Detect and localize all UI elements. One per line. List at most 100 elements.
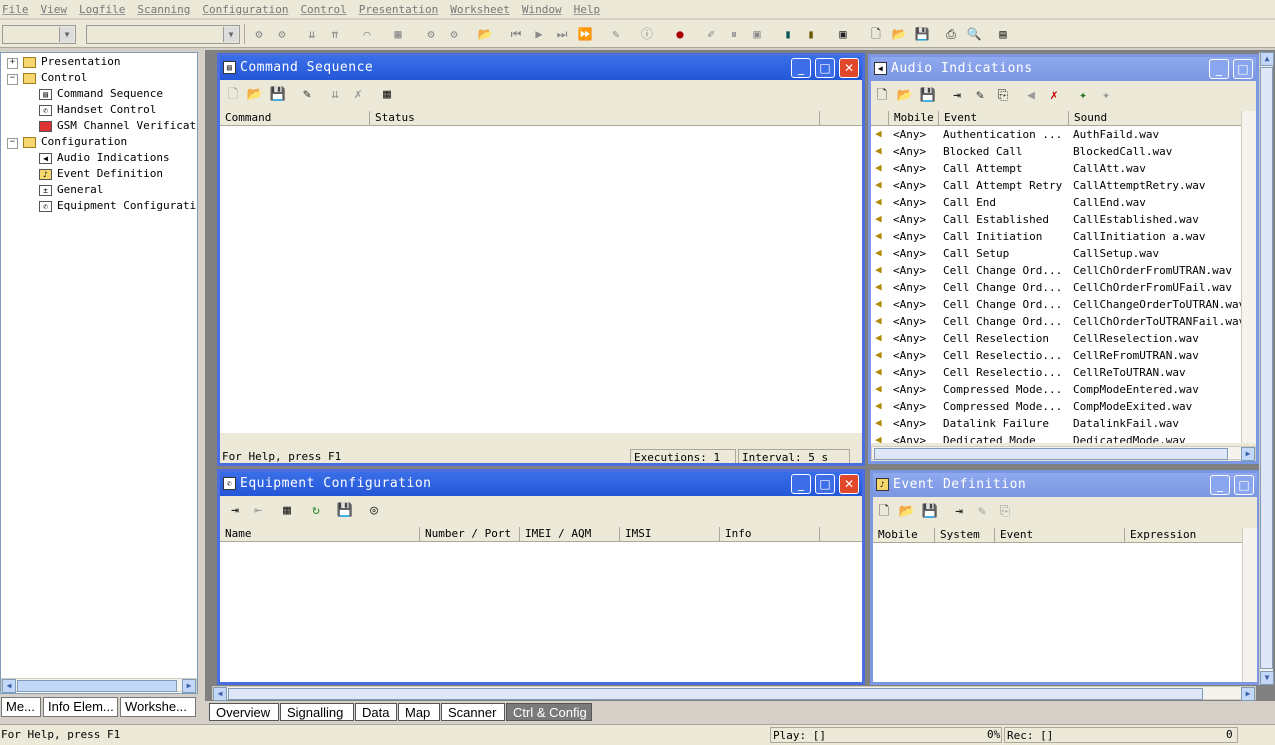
- edit-icon[interactable]: ✎: [971, 87, 989, 105]
- event-vscrollbar[interactable]: [1242, 528, 1257, 682]
- new-icon[interactable]: 🗋: [875, 503, 893, 521]
- tab-map[interactable]: Map: [398, 703, 440, 721]
- pause-icon[interactable]: ⏸: [725, 25, 743, 43]
- column-info[interactable]: Info: [720, 527, 820, 541]
- tree-item-general[interactable]: ± General: [39, 182, 103, 198]
- add-equipment-icon[interactable]: ⇥: [226, 502, 244, 520]
- scroll-right-icon[interactable]: ▶: [1241, 447, 1255, 461]
- rewind-icon[interactable]: ⏮: [507, 25, 525, 43]
- enable-all-icon[interactable]: ✦: [1074, 87, 1092, 105]
- menu-window[interactable]: Window: [522, 3, 562, 16]
- collapse-icon[interactable]: −: [7, 74, 18, 85]
- window-layout-icon[interactable]: ▤: [994, 25, 1012, 43]
- column-status[interactable]: Status: [370, 111, 820, 125]
- edit-icon[interactable]: ✎: [973, 503, 991, 521]
- mdi-hscrollbar[interactable]: ◀ ▶: [212, 686, 1256, 701]
- table-row[interactable]: ◀ <Any> Cell Change Ord... CellChOrderFromU…: [871, 279, 1251, 296]
- properties-icon[interactable]: ▦: [278, 502, 296, 520]
- scroll-left-icon[interactable]: ◀: [2, 679, 16, 693]
- info-icon[interactable]: ⓘ: [638, 25, 656, 43]
- copy-icon[interactable]: ⎘: [996, 503, 1014, 521]
- scroll-thumb[interactable]: [228, 688, 1203, 700]
- open-icon[interactable]: 📂: [896, 87, 914, 105]
- filter-icon[interactable]: ✎: [607, 25, 625, 43]
- column-imsi[interactable]: IMSI: [620, 527, 720, 541]
- play-icon[interactable]: ▶: [530, 25, 548, 43]
- speaker-icon[interactable]: ◀: [1022, 87, 1040, 105]
- minimize-button[interactable]: _: [791, 58, 811, 78]
- menu-worksheet[interactable]: Worksheet: [450, 3, 510, 16]
- properties-icon[interactable]: ▦: [389, 25, 407, 43]
- window-title[interactable]: ✆ Equipment Configuration: [220, 472, 862, 496]
- menu-configuration[interactable]: Configuration: [202, 3, 288, 16]
- print-icon[interactable]: ⎙: [942, 25, 960, 43]
- scroll-thumb[interactable]: [874, 448, 1228, 460]
- table-row[interactable]: ◀ <Any> Call Established CallEstablished.wa…: [871, 211, 1251, 228]
- monitor-icon[interactable]: ▣: [834, 25, 852, 43]
- tree-item-handset-control[interactable]: ✆ Handset Control: [39, 102, 156, 118]
- audio-list[interactable]: Mobile Event Sound ◀ <Any> Authentication …: [871, 111, 1256, 443]
- menu-scanning[interactable]: Scanning: [137, 3, 190, 16]
- column-event[interactable]: Event: [939, 111, 1069, 125]
- column-mobile[interactable]: Mobile: [873, 528, 935, 542]
- tab-scanner[interactable]: Scanner: [441, 703, 505, 721]
- tree-item-gsm-channel-verification[interactable]: GSM Channel Verification: [39, 118, 197, 134]
- column-system[interactable]: System: [935, 528, 995, 542]
- scroll-left-icon[interactable]: ◀: [213, 687, 227, 701]
- column-sound[interactable]: Sound: [1069, 111, 1256, 125]
- column-command[interactable]: Command: [220, 111, 370, 125]
- maximize-button[interactable]: □: [815, 474, 835, 494]
- delete-icon[interactable]: ✗: [349, 86, 367, 104]
- collapse-icon[interactable]: −: [7, 138, 18, 149]
- print-preview-icon[interactable]: 🔍: [965, 25, 983, 43]
- menu-logfile[interactable]: Logfile: [79, 3, 125, 16]
- scroll-right-icon[interactable]: ▶: [1241, 687, 1255, 701]
- window-title[interactable]: ♪ Event Definition: [873, 473, 1257, 497]
- mode-combo[interactable]: ▼: [86, 25, 240, 44]
- open-icon[interactable]: 📂: [898, 503, 916, 521]
- refresh-icon[interactable]: ↻: [307, 502, 325, 520]
- open-icon[interactable]: 📂: [246, 86, 264, 104]
- menu-presentation[interactable]: Presentation: [359, 3, 438, 16]
- stop-record-icon[interactable]: ▣: [748, 25, 766, 43]
- tab-ctrl-config[interactable]: Ctrl & Config: [506, 703, 592, 721]
- new-icon[interactable]: 🗋: [224, 86, 242, 104]
- audio-hscrollbar[interactable]: ▶: [871, 446, 1256, 461]
- audio-vscrollbar[interactable]: [1241, 111, 1256, 443]
- import-icon[interactable]: ⇊: [303, 25, 321, 43]
- table-row[interactable]: ◀ <Any> Dedicated Mode DedicatedMode.wav: [871, 432, 1251, 444]
- menu-view[interactable]: View: [41, 3, 68, 16]
- tree-item-control[interactable]: Control: [23, 70, 87, 86]
- connect-icon[interactable]: ⚙: [250, 25, 268, 43]
- column-imei-aqm[interactable]: IMEI / AQM: [520, 527, 620, 541]
- table-row[interactable]: ◀ <Any> Authentication ... AuthFaild.wav: [871, 126, 1251, 143]
- tab-signalling[interactable]: Signalling: [280, 703, 354, 721]
- table-row[interactable]: ◀ <Any> Call End CallEnd.wav: [871, 194, 1251, 211]
- save-icon[interactable]: 💾: [269, 86, 287, 104]
- disable-all-icon[interactable]: ✦: [1097, 87, 1115, 105]
- save-icon[interactable]: 💾: [913, 25, 931, 43]
- table-row[interactable]: ◀ <Any> Cell Change Ord... CellChangeOrderT…: [871, 296, 1251, 313]
- marker-icon[interactable]: ✐: [702, 25, 720, 43]
- detect-icon[interactable]: ◎: [365, 502, 383, 520]
- window-title[interactable]: ◀ Audio Indications: [871, 57, 1256, 81]
- table-row[interactable]: ◀ <Any> Cell Reselection CellReselection.wa…: [871, 330, 1251, 347]
- properties-icon[interactable]: ▦: [378, 86, 396, 104]
- close-button[interactable]: ✕: [839, 474, 859, 494]
- maximize-button[interactable]: □: [1233, 59, 1253, 79]
- table-row[interactable]: ◀ <Any> Cell Reselectio... CellReToUTRAN.wa…: [871, 364, 1251, 381]
- hangup-icon[interactable]: ⌒: [358, 25, 376, 43]
- minimize-button[interactable]: _: [1210, 475, 1230, 495]
- save-icon[interactable]: 💾: [919, 87, 937, 105]
- tree-item-equipment-configuration[interactable]: ✆ Equipment Configuration: [39, 198, 197, 214]
- tree-item-event-definition[interactable]: ♪ Event Definition: [39, 166, 163, 182]
- maximize-button[interactable]: □: [1234, 475, 1254, 495]
- column-number-port[interactable]: Number / Port: [420, 527, 520, 541]
- open-logfile-icon[interactable]: 📂: [476, 25, 494, 43]
- minimize-button[interactable]: _: [791, 474, 811, 494]
- mdi-vscrollbar[interactable]: ▲ ▼: [1259, 52, 1274, 685]
- table-row[interactable]: ◀ <Any> Call Attempt CallAtt.wav: [871, 160, 1251, 177]
- device-combo[interactable]: ▼: [2, 25, 76, 44]
- scroll-thumb[interactable]: [17, 680, 177, 692]
- tree-item-command-sequence[interactable]: ▤ Command Sequence: [39, 86, 163, 102]
